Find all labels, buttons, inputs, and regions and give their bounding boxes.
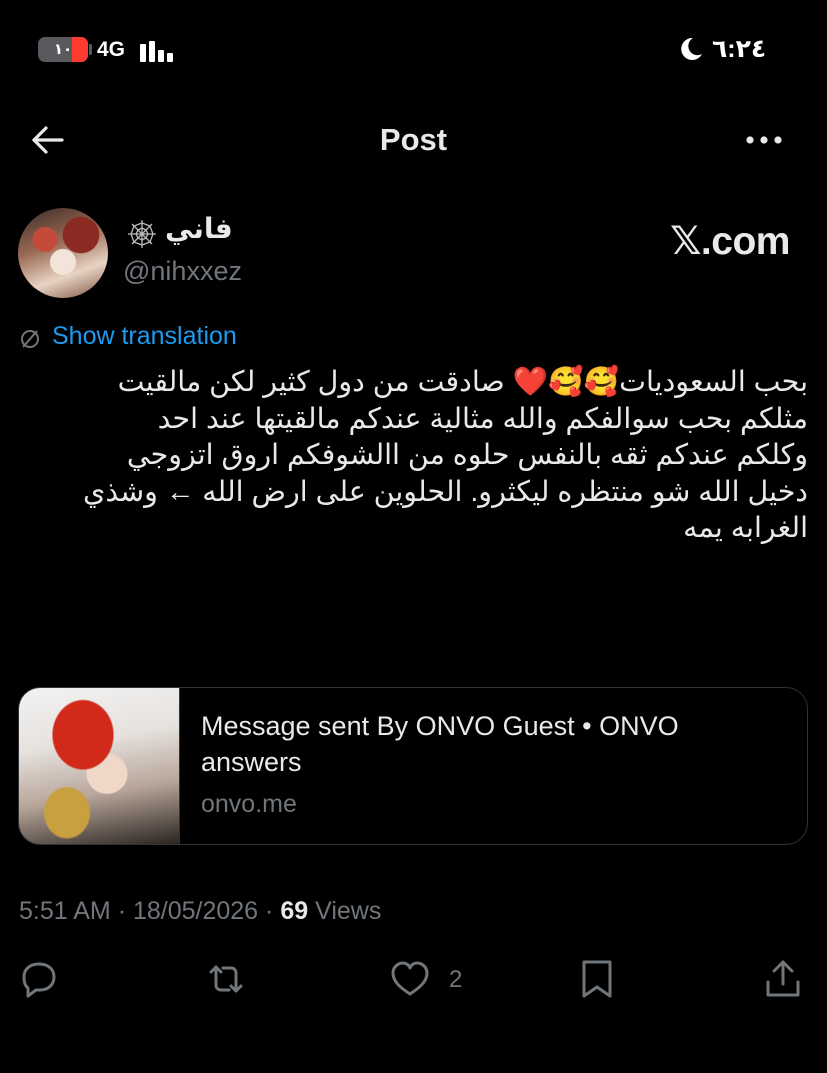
post-meta: 5:51 AM · 18/05/2026 · 69 Views	[19, 897, 381, 926]
x-watermark: 𝕏.com	[670, 220, 790, 263]
link-preview-image	[19, 688, 180, 844]
bookmark-icon	[582, 960, 612, 998]
like-count: 2	[449, 966, 463, 993]
network-type: 4G	[97, 38, 126, 61]
user-handle[interactable]: @nihxxez	[123, 256, 242, 287]
like-button[interactable]	[389, 958, 431, 1000]
battery-indicator: ١٠	[38, 37, 88, 62]
share-icon	[766, 960, 800, 997]
bookmark-button[interactable]	[576, 958, 618, 1000]
display-name[interactable]: فاني	[165, 212, 233, 245]
link-preview-title: Message sent By ONVO Guest • ONVO answer…	[201, 711, 679, 777]
status-time: ٦:٢٤	[712, 35, 767, 63]
meta-separator: ·	[117, 897, 127, 925]
tweet-text: بحب السعوديات🥰🥰❤️ صادقت من دول كثير لكن …	[83, 366, 808, 544]
reply-icon	[22, 962, 56, 998]
reply-button[interactable]	[18, 958, 60, 1000]
avatar[interactable]	[18, 208, 108, 298]
translate-icon	[21, 330, 39, 348]
more-horizontal-icon	[746, 136, 782, 144]
share-button[interactable]	[762, 958, 804, 1000]
views-label: Views	[315, 897, 382, 925]
post-date: 18/05/2026	[132, 897, 259, 925]
views-count: 69	[280, 897, 309, 925]
heart-icon	[391, 961, 429, 996]
more-button[interactable]	[742, 122, 786, 158]
post-time: 5:51 AM	[19, 897, 111, 925]
show-translation-link[interactable]: Show translation	[52, 322, 237, 351]
repost-icon	[209, 965, 243, 993]
page-title: Post	[379, 122, 448, 157]
moon-icon	[681, 37, 702, 60]
battery-percent: ١٠	[53, 41, 73, 58]
link-preview-domain: onvo.me	[201, 790, 297, 818]
spider-web-icon	[128, 220, 156, 248]
battery-tip	[89, 44, 92, 55]
meta-separator: ·	[265, 897, 274, 925]
signal-icon	[140, 38, 178, 62]
link-preview-card[interactable]: Message sent By ONVO Guest • ONVO answer…	[18, 687, 808, 845]
repost-button[interactable]	[205, 958, 247, 1000]
